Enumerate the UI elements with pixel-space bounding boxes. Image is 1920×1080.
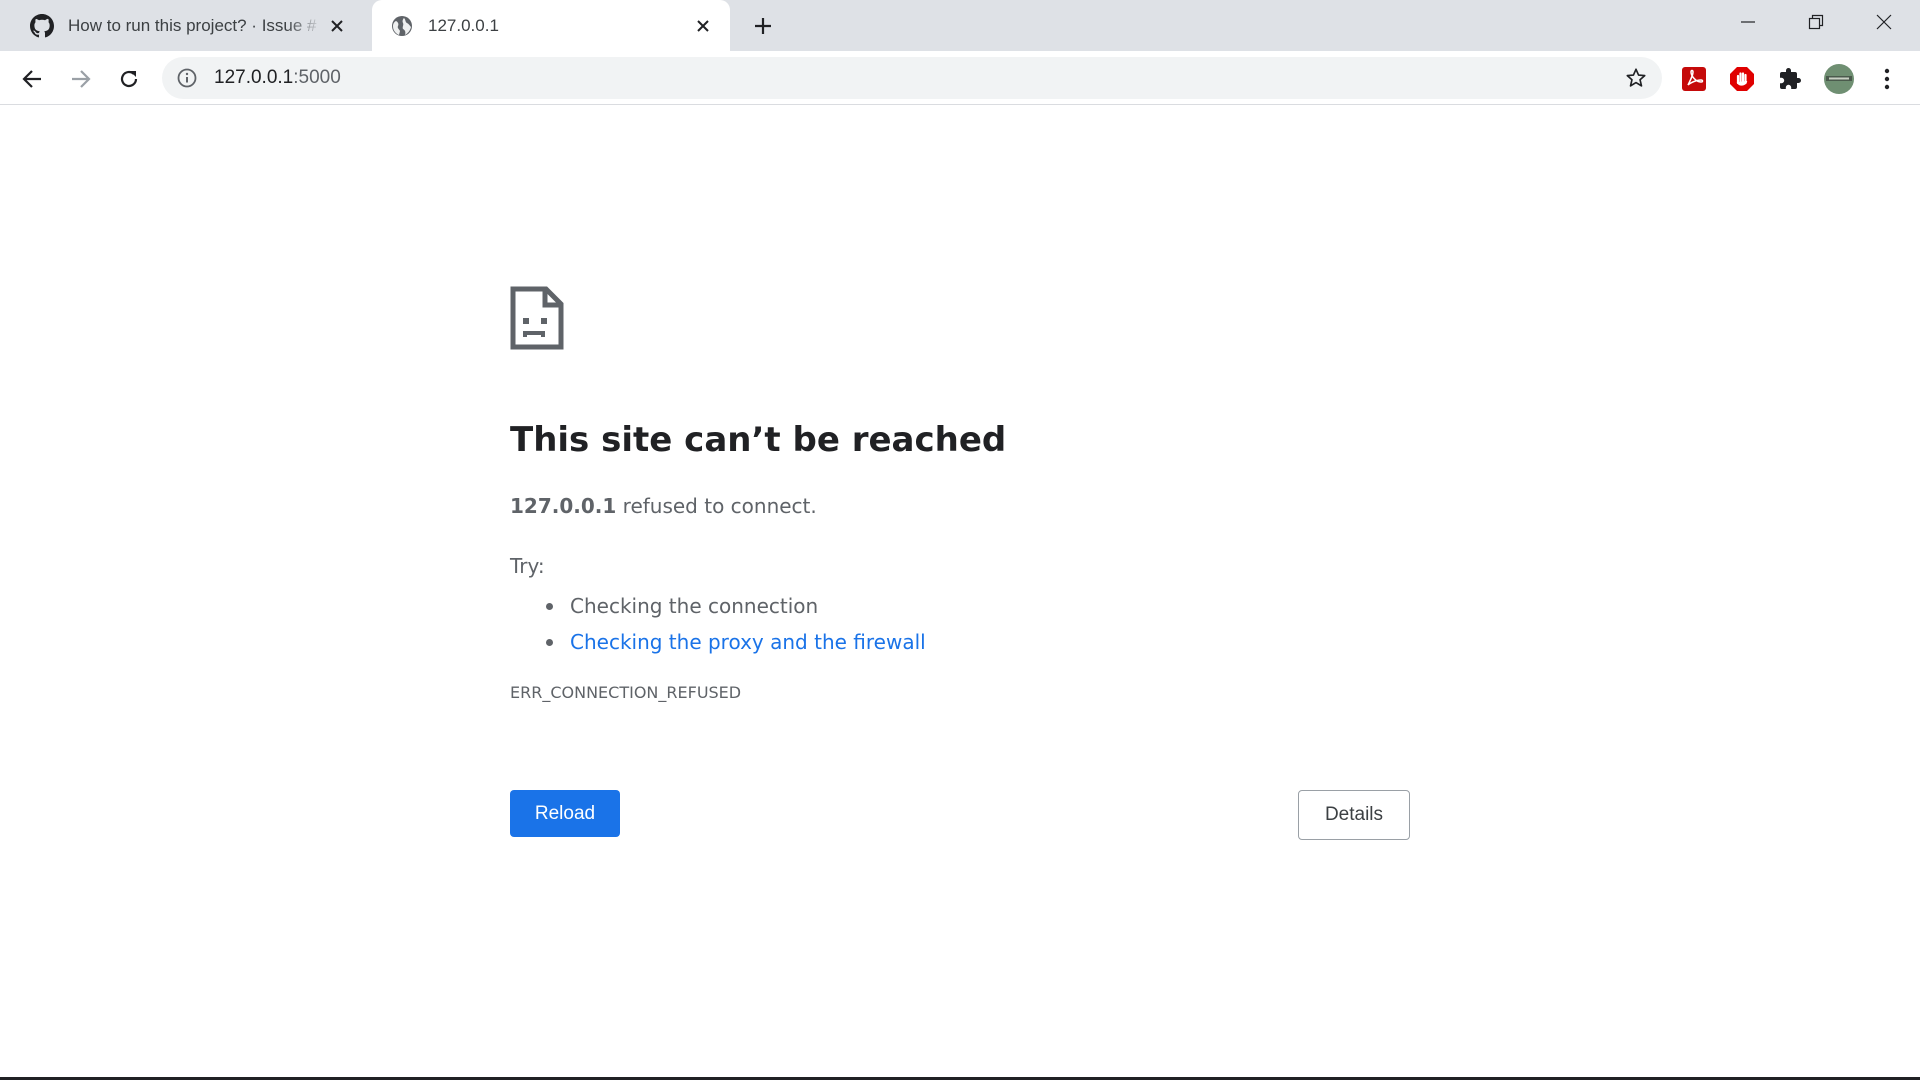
window-close-button[interactable] [1850, 0, 1918, 44]
reload-icon [120, 70, 138, 88]
reload-toolbar-button[interactable] [112, 62, 146, 96]
tab-strip: How to run this project? · Issue # 127.0… [0, 0, 1920, 51]
arrow-left-icon [22, 70, 41, 88]
minimize-button[interactable] [1714, 0, 1782, 44]
tab-localhost[interactable]: 127.0.0.1 [372, 0, 730, 51]
minimize-icon [1741, 21, 1755, 23]
profile-avatar[interactable] [1822, 62, 1856, 96]
sad-document-icon [510, 286, 564, 350]
error-code: ERR_CONNECTION_REFUSED [510, 683, 742, 702]
suggestion-check-connection: Checking the connection [510, 588, 926, 624]
restore-button[interactable] [1782, 0, 1850, 44]
tab-github-issue[interactable]: How to run this project? · Issue # [8, 0, 364, 51]
browser-toolbar: 127.0.0.1:5000 [0, 51, 1920, 105]
back-button[interactable] [15, 62, 49, 96]
error-title: This site can’t be reached [510, 420, 1007, 460]
address-bar[interactable]: 127.0.0.1:5000 [162, 57, 1662, 99]
url-text: 127.0.0.1:5000 [214, 57, 341, 99]
tab-title: How to run this project? · Issue # [68, 15, 317, 35]
url-host: 127.0.0.1 [214, 67, 294, 88]
reload-button[interactable]: Reload [510, 790, 620, 837]
error-host: 127.0.0.1 [510, 494, 617, 518]
more-vertical-icon [1884, 68, 1890, 90]
star-icon[interactable] [1624, 66, 1648, 90]
extensions-button[interactable] [1773, 62, 1807, 96]
arrow-right-icon [72, 70, 91, 88]
error-message-text: refused to connect. [616, 494, 817, 518]
adobe-acrobat-extension[interactable] [1677, 62, 1711, 96]
browser-menu-button[interactable] [1870, 62, 1904, 96]
close-icon[interactable] [324, 13, 350, 39]
puzzle-icon [1780, 68, 1801, 89]
error-page: This site can’t be reached 127.0.0.1 ref… [0, 106, 1920, 1080]
details-button[interactable]: Details [1298, 790, 1410, 840]
adblock-extension[interactable] [1725, 62, 1759, 96]
suggestion-list: Checking the connection Checking the pro… [510, 588, 926, 660]
close-icon[interactable] [690, 13, 716, 39]
tab-title: 127.0.0.1 [428, 15, 499, 35]
suggestion-proxy-firewall-link[interactable]: Checking the proxy and the firewall [510, 624, 926, 660]
new-tab-button[interactable] [748, 11, 778, 41]
error-message: 127.0.0.1 refused to connect. [510, 494, 817, 518]
plus-icon [755, 18, 771, 34]
forward-button[interactable] [64, 62, 98, 96]
adblock-icon [1730, 67, 1754, 91]
adobe-acrobat-icon [1682, 67, 1706, 91]
info-icon[interactable] [176, 67, 198, 89]
avatar [1824, 64, 1854, 94]
close-icon [1876, 14, 1892, 30]
restore-icon [1808, 14, 1824, 30]
github-icon [30, 13, 54, 38]
globe-icon [390, 14, 414, 38]
url-port: :5000 [293, 67, 341, 88]
try-label: Try: [510, 554, 545, 578]
